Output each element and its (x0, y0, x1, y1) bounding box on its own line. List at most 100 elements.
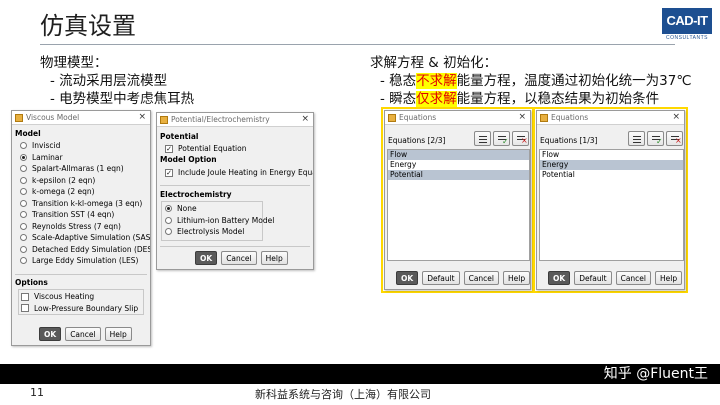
help-button[interactable]: Help (655, 271, 683, 285)
potential-dialog: Potential/Electrochemistry × Potential ✓… (156, 112, 314, 270)
model-radio-sas[interactable]: Scale-Adaptive Simulation (SAS) (20, 232, 150, 244)
radio-icon (20, 199, 27, 207)
model-radio-spalart[interactable]: Spalart-Allmaras (1 eqn) (20, 163, 150, 175)
radio-icon (20, 222, 27, 230)
check-list-icon[interactable]: ✓ (493, 131, 510, 146)
potential-equation-checkbox[interactable]: ✓ Potential Equation (165, 143, 246, 155)
radio-icon (20, 245, 27, 253)
company-logo: CAD-IT CONSULTANTS (662, 8, 712, 46)
model-radio-laminar[interactable]: Laminar (20, 152, 150, 164)
ok-button[interactable]: OK (396, 271, 419, 285)
model-radio-k-epsilon[interactable]: k-epsilon (2 eqn) (20, 175, 150, 187)
logo-sub: CONSULTANTS (666, 35, 708, 41)
electrochem-radio-electrolysis[interactable]: Electrolysis Model (165, 226, 262, 238)
electrochemistry-group-label: Electrochemistry (160, 190, 232, 199)
select-all-icon[interactable] (628, 131, 645, 146)
steady-equations-dialog: Equations × Equations [2/3] ✓ × Flow Ene… (384, 110, 531, 290)
equations-list: Flow Energy Potential (387, 149, 530, 261)
radio-icon (20, 257, 27, 265)
left-bullet-2: - 电势模型中考虑焦耳热 (50, 91, 195, 107)
checkbox-icon (21, 292, 29, 301)
help-button[interactable]: Help (260, 251, 288, 265)
ok-button[interactable]: OK (195, 251, 218, 265)
close-icon[interactable]: × (518, 112, 526, 122)
select-all-icon[interactable] (474, 131, 491, 146)
logo-main: CAD-IT (662, 8, 712, 34)
equations-button-row: OK Default Cancel Help (548, 271, 683, 285)
ok-button[interactable]: OK (39, 327, 62, 341)
viscous-model-dialog: Viscous Model × Model Inviscid Laminar S… (11, 110, 151, 346)
radio-selected-icon (20, 153, 27, 161)
cancel-button[interactable]: Cancel (221, 251, 257, 265)
electrochem-radio-none[interactable]: None (165, 203, 262, 215)
options-box: Viscous Heating Low-Pressure Boundary Sl… (18, 289, 144, 315)
app-icon (160, 115, 168, 124)
equations-count-label: Equations [2/3] (388, 136, 446, 145)
page-number: 11 (30, 386, 44, 399)
list-item-potential[interactable]: Potential (388, 170, 529, 180)
radio-icon (20, 234, 27, 242)
help-button[interactable]: Help (503, 271, 530, 285)
checkbox-checked-icon: ✓ (165, 144, 173, 153)
viscous-button-row: OK Cancel Help (39, 327, 132, 341)
ok-button[interactable]: OK (548, 271, 571, 285)
model-option-label: Model Option (160, 155, 217, 164)
joule-heating-checkbox[interactable]: ✓Include Joule Heating in Energy Equatio… (165, 167, 313, 179)
app-icon (540, 113, 548, 122)
model-radio-transition-sst[interactable]: Transition SST (4 eqn) (20, 209, 150, 221)
radio-selected-icon (165, 205, 172, 213)
right-bullet-1: - 稳态不求解能量方程，温度通过初始化统一为37℃ (380, 73, 692, 89)
model-radio-reynolds-stress[interactable]: Reynolds Stress (7 eqn) (20, 221, 150, 233)
cancel-button[interactable]: Cancel (65, 327, 101, 341)
default-button[interactable]: Default (422, 271, 460, 285)
default-button[interactable]: Default (574, 271, 612, 285)
radio-icon (165, 228, 172, 236)
deselect-list-icon[interactable]: × (512, 131, 529, 146)
potential-group-label: Potential (160, 132, 199, 141)
potential-button-row: OK Cancel Help (195, 251, 288, 265)
checkbox-icon (21, 304, 29, 313)
model-radio-list: Inviscid Laminar Spalart-Allmaras (1 eqn… (20, 140, 150, 267)
app-icon (15, 113, 23, 122)
close-icon[interactable]: × (301, 114, 309, 124)
footer-brand: 知乎 @Fluent王 (603, 366, 708, 382)
electrochemistry-box: None Lithium-ion Battery Model Electroly… (161, 201, 274, 241)
transient-equations-dialog: Equations × Equations [1/3] ✓ × Flow Ene… (536, 110, 685, 290)
viscous-dialog-titlebar[interactable]: Viscous Model × (12, 111, 150, 125)
radio-icon (20, 176, 27, 184)
close-icon[interactable]: × (138, 112, 146, 122)
check-list-icon[interactable]: ✓ (647, 131, 664, 146)
help-button[interactable]: Help (104, 327, 132, 341)
list-item-flow[interactable]: Flow (540, 150, 683, 160)
cancel-button[interactable]: Cancel (615, 271, 652, 285)
radio-icon (20, 188, 27, 196)
list-item-flow[interactable]: Flow (388, 150, 529, 160)
model-radio-transition-kkl[interactable]: Transition k-kl-omega (3 eqn) (20, 198, 150, 210)
equations-list: Flow Energy Potential (539, 149, 684, 261)
equations-count-label: Equations [1/3] (540, 136, 598, 145)
divider (15, 274, 147, 275)
potential-dialog-titlebar[interactable]: Potential/Electrochemistry × (157, 113, 313, 127)
model-radio-des[interactable]: Detached Eddy Simulation (DES) (20, 244, 150, 256)
divider (160, 185, 310, 186)
slide-title: 仿真设置 (40, 12, 136, 40)
right-heading: 求解方程 & 初始化： (370, 55, 498, 71)
app-icon (388, 113, 396, 122)
deselect-list-icon[interactable]: × (666, 131, 683, 146)
list-item-energy[interactable]: Energy (540, 160, 683, 170)
equations-titlebar[interactable]: Equations × (385, 111, 530, 125)
model-radio-inviscid[interactable]: Inviscid (20, 140, 150, 152)
cancel-button[interactable]: Cancel (463, 271, 500, 285)
list-item-potential[interactable]: Potential (540, 170, 683, 180)
highlight-not-solve: 不求解 (416, 73, 457, 89)
electrochem-radio-lithium[interactable]: Lithium-ion Battery Model (165, 215, 274, 227)
list-item-energy[interactable]: Energy (388, 160, 529, 170)
model-group-label: Model (15, 129, 41, 138)
radio-icon (20, 165, 27, 173)
low-pressure-slip-checkbox[interactable]: Low-Pressure Boundary Slip (21, 303, 143, 315)
viscous-heating-checkbox[interactable]: Viscous Heating (21, 291, 143, 303)
model-radio-les[interactable]: Large Eddy Simulation (LES) (20, 255, 150, 267)
close-icon[interactable]: × (672, 112, 680, 122)
model-radio-k-omega[interactable]: k-omega (2 eqn) (20, 186, 150, 198)
equations-titlebar[interactable]: Equations × (537, 111, 684, 125)
